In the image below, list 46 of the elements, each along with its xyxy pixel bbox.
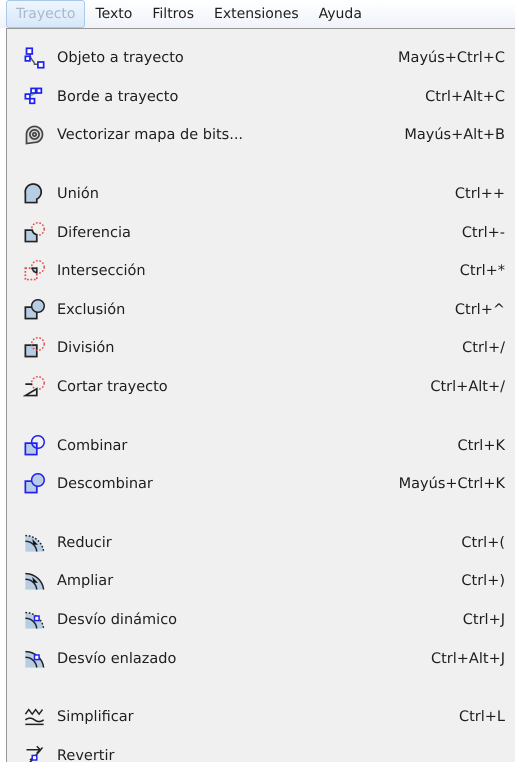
menu-item[interactable]: Descombinar (57, 476, 399, 492)
shortcut-label: Mayús+Alt+B (404, 127, 505, 144)
menu-item[interactable]: Vectorizar mapa de bits... (57, 127, 404, 144)
menu-item[interactable]: Simplificar (57, 709, 459, 726)
division-icon (22, 336, 46, 360)
exclusion-icon (22, 298, 46, 322)
shortcut-label: Ctrl+( (461, 534, 505, 551)
menu-bar-item[interactable]: Texto (85, 0, 142, 28)
shortcut-label: Ctrl+J (462, 612, 505, 628)
shortcut-label: Mayús+Ctrl+K (398, 476, 505, 492)
difference-icon (22, 220, 46, 245)
shortcut-label: Ctrl+K (458, 438, 505, 454)
menu-item[interactable]: Reducir (57, 534, 462, 551)
shortcut-label: Ctrl+Alt+C (425, 88, 505, 105)
menu-item[interactable]: Combinar (57, 438, 458, 454)
menu-item[interactable]: Objeto a trayecto (57, 50, 398, 66)
shortcut-label: Ctrl+^ (454, 302, 505, 318)
menu-item[interactable]: Cortar trayecto (57, 379, 430, 396)
menu-item[interactable]: Diferencia (57, 224, 462, 241)
shortcut-label: Ctrl+* (460, 263, 505, 280)
menu-bar-item[interactable]: Filtros (142, 0, 204, 28)
menu-item[interactable]: Desvío enlazado (57, 650, 431, 667)
break-apart-icon (22, 472, 46, 496)
intersection-icon (22, 259, 46, 284)
shortcut-label: Ctrl+/ (462, 340, 505, 356)
menu-item[interactable]: Borde a trayecto (57, 88, 426, 105)
shortcut-label: Ctrl+L (458, 709, 505, 726)
menu-bar-item[interactable]: Ayuda (308, 0, 372, 28)
menu-bar-item[interactable]: Extensiones (204, 0, 309, 28)
menu-item[interactable]: División (57, 340, 462, 356)
cut-path-icon (22, 375, 46, 400)
menu-item[interactable]: Intersección (57, 263, 460, 280)
menu-item[interactable]: Unión (57, 186, 455, 202)
menu-item[interactable]: Revertir (57, 748, 505, 762)
shortcut-label: Ctrl++ (454, 186, 505, 202)
combine-icon (22, 434, 46, 458)
trace-icon (22, 123, 46, 148)
menu-item[interactable]: Desvío dinámico (57, 612, 463, 628)
menu-item[interactable]: Exclusión (57, 302, 455, 318)
menu-item[interactable]: Ampliar (57, 573, 462, 590)
path-nodes-icon (22, 46, 46, 70)
shortcut-label: Ctrl+) (461, 573, 505, 590)
shortcut-label: Ctrl+- (462, 224, 505, 241)
shortcut-label: Mayús+Ctrl+C (398, 50, 505, 66)
shortcut-label: Ctrl+Alt+/ (430, 379, 505, 396)
shortcut-label: Ctrl+Alt+J (430, 650, 505, 667)
